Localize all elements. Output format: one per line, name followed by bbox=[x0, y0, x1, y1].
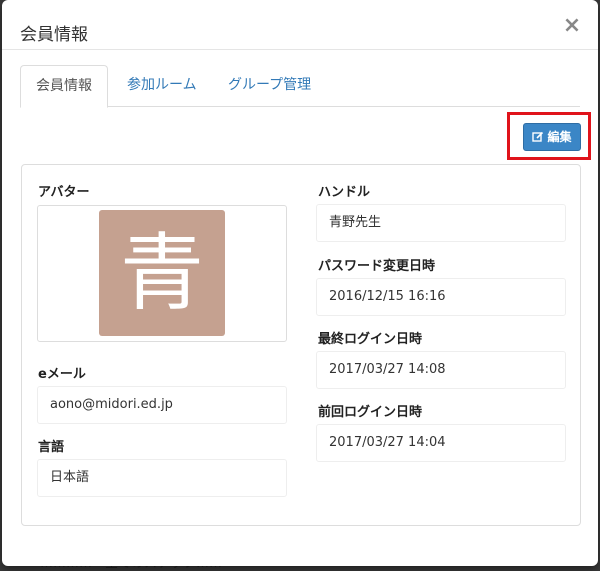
handle-value: 青野先生 bbox=[316, 204, 566, 242]
profile-panel: アバター 青 eメール aono@midori.ed.jp 言語 日本語 ハンド… bbox=[21, 164, 581, 526]
handle-label: ハンドル bbox=[318, 185, 371, 200]
tab-bar: 会員情報 参加ルーム グループ管理 bbox=[20, 65, 580, 108]
language-label: 言語 bbox=[38, 440, 65, 455]
email-value: aono@midori.ed.jp bbox=[37, 386, 287, 424]
avatar: 青 bbox=[99, 210, 225, 336]
prev-login-value: 2017/03/27 14:04 bbox=[316, 424, 566, 462]
modal-header: 会員情報 × bbox=[2, 0, 598, 50]
modal-title: 会員情報 bbox=[20, 25, 88, 45]
last-login-value: 2017/03/27 14:08 bbox=[316, 351, 566, 389]
email-label: eメール bbox=[38, 367, 86, 382]
tab-rooms[interactable]: 参加ルーム bbox=[112, 65, 212, 105]
tab-member-info[interactable]: 会員情報 bbox=[20, 65, 108, 108]
prev-login-label: 前回ログイン日時 bbox=[318, 405, 423, 420]
close-icon[interactable]: × bbox=[562, 14, 582, 38]
password-changed-label: パスワード変更日時 bbox=[318, 259, 436, 274]
edit-button[interactable]: 編集 bbox=[523, 123, 581, 151]
last-login-label: 最終ログイン日時 bbox=[318, 332, 423, 347]
edit-highlight: 編集 bbox=[507, 112, 591, 160]
language-value: 日本語 bbox=[37, 459, 287, 497]
avatar-frame: 青 bbox=[37, 205, 287, 342]
member-info-modal: 会員情報 × 会員情報 参加ルーム グループ管理 編集 アバター 青 eメール … bbox=[2, 0, 598, 566]
edit-icon bbox=[532, 131, 544, 142]
edit-button-label: 編集 bbox=[547, 130, 572, 144]
avatar-label: アバター bbox=[38, 185, 90, 200]
tab-group-management[interactable]: グループ管理 bbox=[213, 65, 326, 105]
password-changed-value: 2016/12/15 16:16 bbox=[316, 278, 566, 316]
